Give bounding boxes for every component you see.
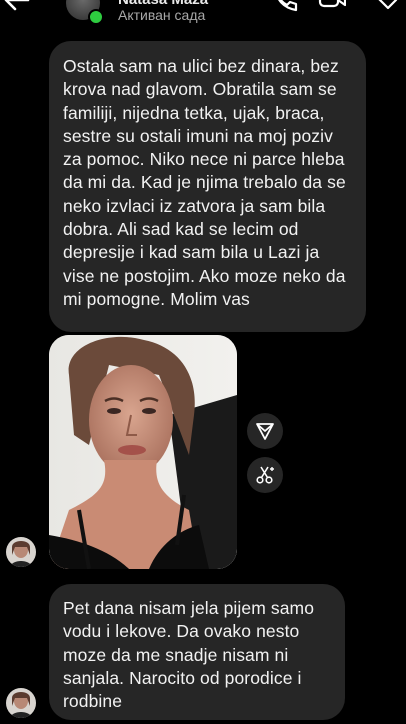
- share-button[interactable]: [247, 413, 283, 449]
- message-bubble-incoming[interactable]: Ostala sam na ulici bez dinara, bez krov…: [49, 41, 366, 332]
- call-icon[interactable]: [270, 0, 298, 16]
- active-status: Активан сада: [118, 7, 206, 23]
- sender-avatar[interactable]: [6, 688, 36, 718]
- avatar-image: [6, 688, 36, 718]
- remix-button[interactable]: [247, 457, 283, 493]
- photo-message[interactable]: [49, 335, 237, 569]
- message-bubble-incoming[interactable]: Pet dana nisam jela pijem samo vodu i le…: [49, 584, 345, 720]
- back-arrow-icon[interactable]: [2, 0, 32, 16]
- scissors-sparkle-icon: [256, 466, 274, 484]
- tag-icon[interactable]: [378, 0, 406, 16]
- online-status-dot: [88, 9, 104, 25]
- chat-header: Nataša Maza Активан сада: [0, 0, 406, 34]
- video-call-icon[interactable]: [318, 0, 346, 16]
- share-icon: [256, 423, 274, 440]
- selfie-image: [49, 335, 237, 569]
- avatar-image: [6, 537, 36, 567]
- sender-avatar[interactable]: [6, 537, 36, 567]
